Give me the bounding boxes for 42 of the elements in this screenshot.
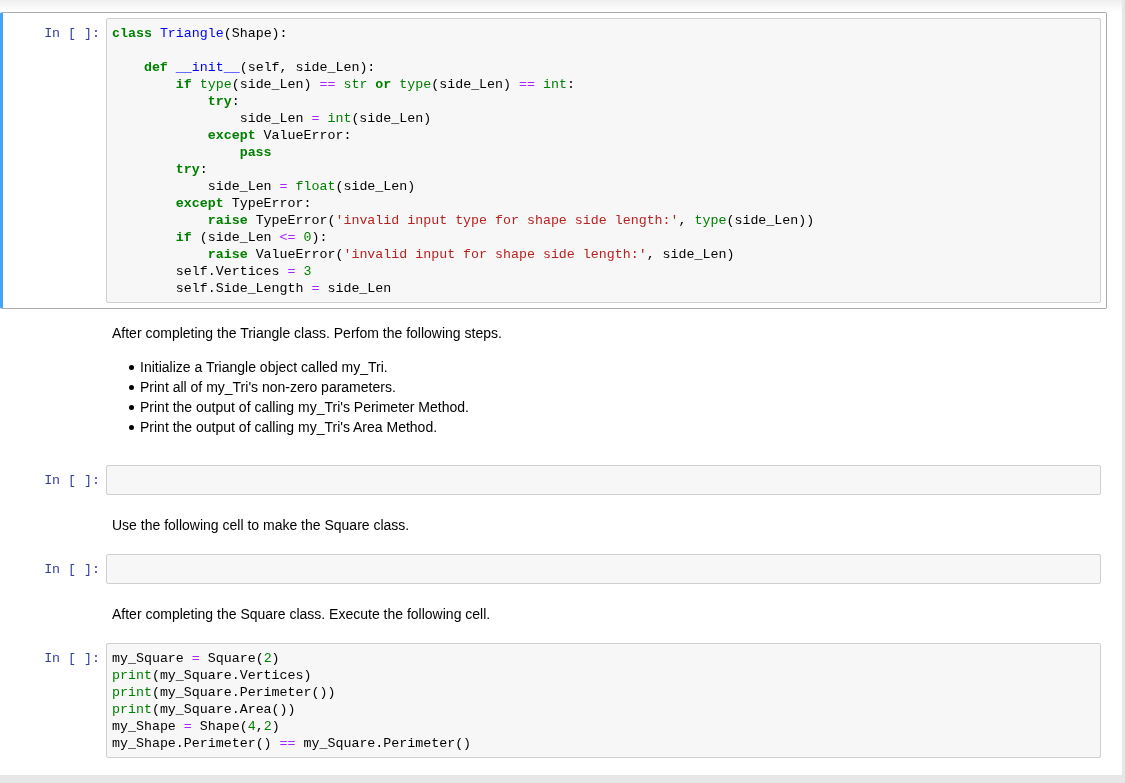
code-editor[interactable]: my_Square = Square(2) print(my_Square.Vertices) print(my_Square.Perimeter()) print(my_Square.Area()) my_Shape = Shape(4,2) my_Shape.Perimeter() == my_Square.Perimeter()	[106, 643, 1101, 758]
bullet-icon	[129, 404, 134, 410]
bullet-icon	[129, 424, 134, 430]
code-line: class Triangle(Shape):	[112, 25, 288, 42]
code-line: self.Vertices = 3	[175, 263, 312, 280]
input-prompt: In [ ]:	[44, 650, 100, 667]
notebook-cell[interactable]: After completing the Square class. Execute the following cell.	[0, 590, 1107, 637]
code-line: self.Side_Length = side_Len	[175, 280, 392, 297]
bullet-icon	[129, 364, 134, 370]
code-line: try:	[175, 161, 208, 178]
input-prompt: In [ ]:	[44, 472, 100, 489]
code-line: if (side_Len <= 0):	[175, 229, 328, 246]
list-item-text: Print the output of calling my_Tri's Perimeter Method.	[140, 398, 469, 417]
input-prompt: In [ ]:	[44, 561, 100, 578]
code-line: my_Shape = Shape(4,2)	[112, 718, 280, 735]
list-item-text: Print the output of calling my_Tri's Area Method.	[140, 418, 438, 437]
list-item-text: Print all of my_Tri's non-zero parameters.	[140, 378, 396, 397]
code-line: if type(side_Len) == str or type(side_Len) == int:	[175, 76, 575, 93]
code-line: print(my_Square.Vertices)	[112, 667, 312, 684]
code-line: side_Len = float(side_Len)	[207, 178, 416, 195]
code-line: side_Len = int(side_Len)	[239, 110, 432, 127]
markdown-text: Use the following cell to make the Square class.	[112, 516, 410, 535]
notebook-cell[interactable]: In [ ]: my_Square = Square(2) print(my_Square.Vertices) print(my_Square.Perimeter()) print(my_Square.Area()) my_Shape = Shape(4,2) my_Shape.Perimeter() == my_Square.Perimeter()	[0, 637, 1107, 764]
code-line: except ValueError:	[207, 127, 352, 144]
code-line: my_Shape.Perimeter() == my_Square.Perimeter()	[112, 735, 472, 752]
code-line: raise ValueError('invalid input for shape side length:', side_Len)	[207, 246, 735, 263]
code-line: print(my_Square.Area())	[112, 701, 296, 718]
code-line: def __init__(self, side_Len):	[143, 59, 376, 76]
code-line: my_Square = Square(2)	[112, 650, 280, 667]
notebook-cell[interactable]: Use the following cell to make the Square class.	[0, 501, 1107, 548]
code-line: except TypeError:	[175, 195, 312, 212]
notebook-cell[interactable]: In [ ]:	[0, 548, 1107, 590]
code-line: raise TypeError('invalid input type for shape side length:', type(side_Len))	[207, 212, 815, 229]
code-line: pass	[239, 144, 272, 161]
notebook-cell[interactable]: In [ ]:	[0, 459, 1107, 501]
markdown-text: After completing the Triangle class. Perfom the following steps.	[112, 324, 502, 343]
list-item-text: Initialize a Triangle object called my_Tri.	[140, 358, 388, 377]
input-prompt: In [ ]:	[44, 25, 100, 42]
markdown-text: After completing the Square class. Execute the following cell.	[112, 605, 491, 624]
code-line: try:	[207, 93, 240, 110]
code-line: print(my_Square.Perimeter())	[112, 684, 336, 701]
bullet-icon	[129, 384, 134, 390]
